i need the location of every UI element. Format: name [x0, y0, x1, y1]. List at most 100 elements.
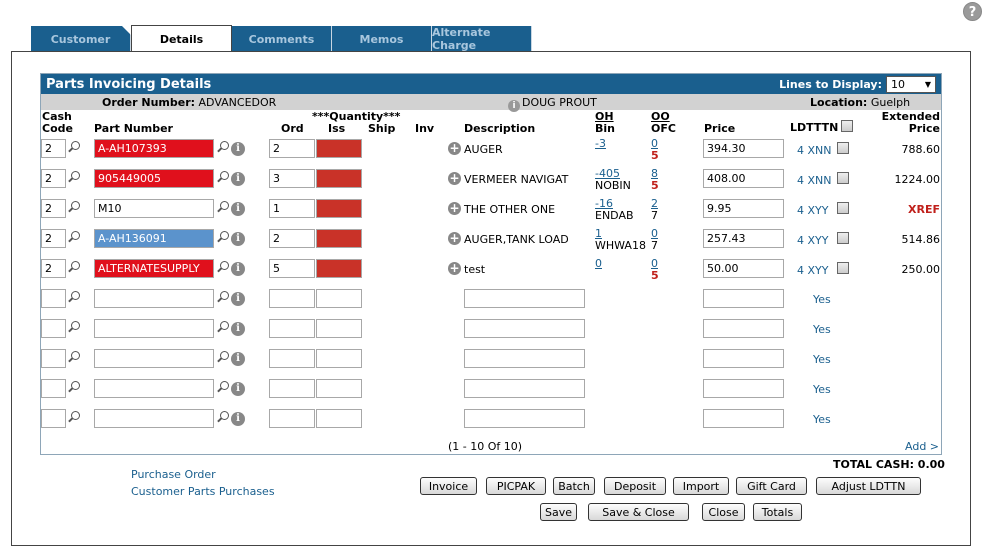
description-input[interactable] [464, 409, 585, 428]
tab-memos[interactable]: Memos [332, 26, 432, 52]
cash-code-input[interactable] [41, 349, 66, 368]
expand-icon[interactable]: + [448, 142, 461, 155]
search-icon[interactable] [67, 171, 81, 185]
iss-qty-input[interactable] [316, 169, 362, 188]
help-icon[interactable]: ? [963, 2, 982, 21]
cash-code-input[interactable]: 2 [41, 259, 66, 278]
iss-qty-input[interactable] [316, 379, 362, 398]
search-icon[interactable] [67, 381, 81, 395]
ord-qty-input[interactable]: 2 [269, 229, 315, 248]
customer-parts-purchases-link[interactable]: Customer Parts Purchases [131, 485, 275, 498]
price-input[interactable]: 50.00 [703, 259, 784, 278]
row-checkbox[interactable] [837, 142, 849, 154]
price-input[interactable] [703, 349, 784, 368]
ord-qty-input[interactable] [269, 289, 315, 308]
info-icon[interactable]: i [231, 382, 245, 396]
ord-qty-input[interactable] [269, 319, 315, 338]
cash-code-input[interactable]: 2 [41, 169, 66, 188]
tab-details[interactable]: Details [131, 25, 232, 52]
search-icon[interactable] [67, 261, 81, 275]
price-input[interactable] [703, 409, 784, 428]
expand-icon[interactable]: + [448, 172, 461, 185]
iss-qty-input[interactable] [316, 349, 362, 368]
info-icon[interactable]: i [231, 262, 245, 276]
save-button[interactable]: Save [540, 503, 577, 521]
tab-customer[interactable]: Customer [31, 26, 131, 52]
info-icon[interactable]: i [231, 202, 245, 216]
select-all-checkbox[interactable] [841, 120, 853, 132]
cash-code-input[interactable] [41, 409, 66, 428]
info-icon[interactable]: i [231, 232, 245, 246]
picpak-button[interactable]: PICPAK [486, 477, 546, 495]
ord-qty-input[interactable] [269, 349, 315, 368]
search-icon[interactable] [216, 411, 230, 425]
purchase-order-link[interactable]: Purchase Order [131, 468, 216, 481]
on-hand-link[interactable]: -3 [595, 137, 606, 150]
row-checkbox[interactable] [837, 172, 849, 184]
on-hand-link[interactable]: 0 [595, 257, 602, 270]
batch-button[interactable]: Batch [553, 477, 595, 495]
price-input[interactable] [703, 319, 784, 338]
part-number-input[interactable]: A-AH107393 [94, 139, 214, 158]
part-number-input[interactable]: M10 [94, 199, 214, 218]
expand-icon[interactable]: + [448, 262, 461, 275]
info-icon[interactable]: i [231, 352, 245, 366]
deposit-button[interactable]: Deposit [604, 477, 666, 495]
ord-qty-input[interactable]: 1 [269, 199, 315, 218]
description-input[interactable] [464, 319, 585, 338]
part-number-input[interactable] [94, 409, 214, 428]
info-icon[interactable]: i [231, 172, 245, 186]
cash-code-input[interactable]: 2 [41, 139, 66, 158]
info-icon[interactable]: i [231, 292, 245, 306]
part-number-input[interactable] [94, 289, 214, 308]
part-number-input[interactable]: 905449005 [94, 169, 214, 188]
price-input[interactable]: 408.00 [703, 169, 784, 188]
search-icon[interactable] [216, 381, 230, 395]
adjust-ldttn-button[interactable]: Adjust LDTTN [816, 477, 921, 495]
search-icon[interactable] [216, 171, 230, 185]
search-icon[interactable] [216, 351, 230, 365]
description-input[interactable] [464, 289, 585, 308]
search-icon[interactable] [216, 231, 230, 245]
part-number-input[interactable] [94, 319, 214, 338]
search-icon[interactable] [67, 351, 81, 365]
cash-code-input[interactable] [41, 289, 66, 308]
tab-comments[interactable]: Comments [232, 26, 332, 52]
search-icon[interactable] [67, 291, 81, 305]
info-icon[interactable]: i [231, 322, 245, 336]
ord-qty-input[interactable] [269, 409, 315, 428]
save-close-button[interactable]: Save & Close [588, 503, 689, 521]
search-icon[interactable] [67, 321, 81, 335]
search-icon[interactable] [216, 201, 230, 215]
part-number-input[interactable] [94, 349, 214, 368]
iss-qty-input[interactable] [316, 199, 362, 218]
import-button[interactable]: Import [673, 477, 729, 495]
row-checkbox[interactable] [837, 202, 849, 214]
price-input[interactable]: 394.30 [703, 139, 784, 158]
ord-qty-input[interactable] [269, 379, 315, 398]
ord-qty-input[interactable]: 5 [269, 259, 315, 278]
price-input[interactable]: 257.43 [703, 229, 784, 248]
ord-qty-input[interactable]: 3 [269, 169, 315, 188]
cash-code-input[interactable]: 2 [41, 229, 66, 248]
iss-qty-input[interactable] [316, 409, 362, 428]
search-icon[interactable] [216, 141, 230, 155]
price-input[interactable] [703, 289, 784, 308]
search-icon[interactable] [67, 201, 81, 215]
iss-qty-input[interactable] [316, 139, 362, 158]
part-number-input[interactable] [94, 379, 214, 398]
tab-alternate-charge[interactable]: Alternate Charge [432, 26, 532, 52]
invoice-button[interactable]: Invoice [420, 477, 477, 495]
cash-code-input[interactable] [41, 319, 66, 338]
cash-code-input[interactable] [41, 379, 66, 398]
gift-card-button[interactable]: Gift Card [736, 477, 807, 495]
search-icon[interactable] [67, 411, 81, 425]
add-link[interactable]: Add > [905, 440, 939, 453]
iss-qty-input[interactable] [316, 259, 362, 278]
part-number-input[interactable]: A-AH136091 [94, 229, 214, 248]
search-icon[interactable] [67, 231, 81, 245]
lines-select[interactable]: 10 ▼ [886, 75, 936, 93]
search-icon[interactable] [216, 261, 230, 275]
ord-qty-input[interactable]: 2 [269, 139, 315, 158]
price-input[interactable]: 9.95 [703, 199, 784, 218]
